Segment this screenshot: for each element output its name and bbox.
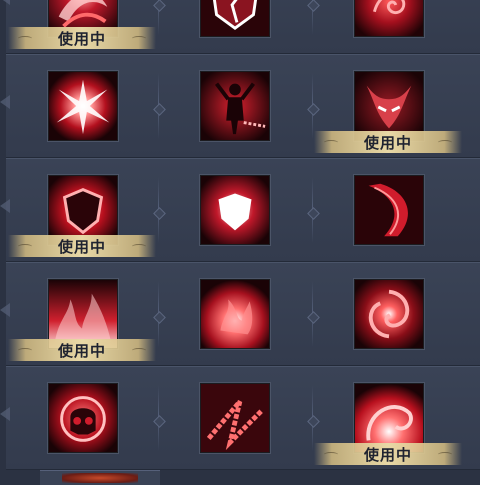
chain-lash-icon[interactable] bbox=[200, 383, 270, 453]
column-divider bbox=[153, 385, 166, 451]
fiery-skull-icon[interactable] bbox=[48, 383, 118, 453]
column-divider bbox=[307, 385, 320, 451]
in-use-label: 使用中 bbox=[363, 133, 412, 152]
row-marker-icon bbox=[0, 0, 10, 5]
skill-row: 使用中 bbox=[0, 366, 480, 470]
row-marker-icon bbox=[0, 407, 10, 421]
fire-vortex-icon[interactable] bbox=[354, 279, 424, 349]
skill-row: 使用中 bbox=[0, 158, 480, 262]
skill-slot[interactable] bbox=[354, 279, 424, 349]
row-marker-icon bbox=[0, 303, 10, 317]
radiant-shield-icon[interactable] bbox=[200, 175, 270, 245]
in-use-label: 使用中 bbox=[57, 29, 106, 48]
skill-slot[interactable] bbox=[200, 279, 270, 349]
chained-figure-icon[interactable] bbox=[200, 71, 270, 141]
cracked-shield-icon[interactable] bbox=[200, 0, 270, 37]
row-marker-icon bbox=[0, 95, 10, 109]
skill-row: 使用中 bbox=[0, 54, 480, 158]
in-use-label: 使用中 bbox=[57, 341, 106, 360]
fire-orb-icon[interactable] bbox=[354, 0, 424, 37]
next-row-peek bbox=[40, 470, 160, 485]
row-marker-icon bbox=[0, 199, 10, 213]
skill-row: 使用中 bbox=[0, 0, 480, 54]
skill-slot[interactable] bbox=[200, 71, 270, 141]
skill-slot[interactable] bbox=[354, 175, 424, 245]
skill-slot[interactable] bbox=[200, 0, 270, 37]
skill-slot[interactable] bbox=[48, 71, 118, 141]
skill-slot[interactable] bbox=[200, 383, 270, 453]
column-divider bbox=[307, 0, 320, 35]
fire-burst-icon[interactable] bbox=[200, 279, 270, 349]
column-divider bbox=[153, 177, 166, 243]
burst-flash-icon[interactable] bbox=[48, 71, 118, 141]
in-use-badge: 使用中 bbox=[8, 27, 156, 49]
column-divider bbox=[307, 281, 320, 347]
in-use-badge: 使用中 bbox=[314, 443, 462, 465]
skill-row: 使用中 bbox=[0, 262, 480, 366]
skill-slot[interactable] bbox=[48, 383, 118, 453]
in-use-label: 使用中 bbox=[57, 237, 106, 256]
crimson-slash-icon[interactable] bbox=[354, 175, 424, 245]
skill-slot[interactable] bbox=[200, 175, 270, 245]
in-use-badge: 使用中 bbox=[314, 131, 462, 153]
column-divider bbox=[153, 0, 166, 35]
column-divider bbox=[307, 177, 320, 243]
in-use-label: 使用中 bbox=[363, 445, 412, 464]
skill-slot[interactable] bbox=[354, 0, 424, 37]
skill-grid: 使用中 使用中 使用中 使用中 使用中 bbox=[0, 0, 480, 480]
column-divider bbox=[307, 73, 320, 139]
column-divider bbox=[153, 73, 166, 139]
in-use-badge: 使用中 bbox=[8, 235, 156, 257]
column-divider bbox=[153, 281, 166, 347]
in-use-badge: 使用中 bbox=[8, 339, 156, 361]
